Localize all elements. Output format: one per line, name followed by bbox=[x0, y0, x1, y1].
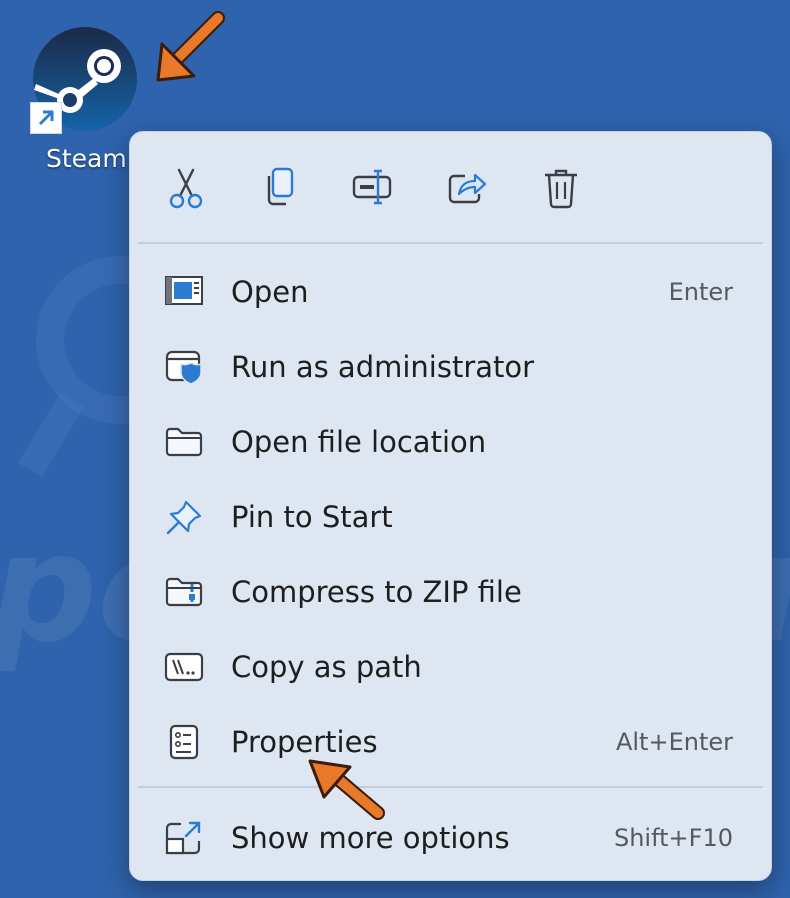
expand-icon bbox=[165, 821, 201, 855]
admin-shield-icon bbox=[165, 350, 202, 385]
menu-item-label: Compress to ZIP file bbox=[231, 575, 522, 609]
context-menu: Open Enter Run as administrator Open fil… bbox=[129, 131, 772, 881]
menu-item-copy-as-path[interactable]: Copy as path bbox=[130, 632, 771, 702]
menu-item-pin-to-start[interactable]: Pin to Start bbox=[130, 482, 771, 552]
copy-path-icon bbox=[164, 652, 204, 682]
folder-icon bbox=[165, 427, 203, 457]
shortcut-arrow-icon bbox=[30, 102, 62, 134]
open-window-icon bbox=[165, 276, 203, 305]
divider-top bbox=[138, 242, 763, 244]
delete-button[interactable] bbox=[536, 166, 586, 210]
copy-button[interactable] bbox=[255, 166, 305, 210]
menu-item-shortcut: Shift+F10 bbox=[613, 824, 733, 852]
annotation-arrow-properties bbox=[308, 759, 385, 820]
rename-icon bbox=[352, 169, 392, 205]
menu-item-open-file-location[interactable]: Open file location bbox=[130, 407, 771, 477]
trash-icon bbox=[545, 169, 577, 209]
menu-item-label: Open file location bbox=[231, 425, 487, 459]
menu-item-label: Open bbox=[231, 275, 309, 309]
menu-item-label: Pin to Start bbox=[231, 500, 393, 534]
share-button[interactable] bbox=[442, 166, 492, 210]
share-icon bbox=[448, 173, 487, 204]
menu-item-show-more-options[interactable]: Show more options Shift+F10 bbox=[130, 803, 771, 873]
menu-item-run-as-administrator[interactable]: Run as administrator bbox=[130, 332, 771, 402]
menu-item-label: Copy as path bbox=[231, 650, 422, 684]
properties-icon bbox=[169, 724, 199, 760]
desktop-shortcut-label: Steam bbox=[46, 144, 127, 173]
divider-bottom bbox=[138, 786, 763, 788]
pin-icon bbox=[166, 500, 202, 535]
scissors-icon bbox=[169, 168, 203, 209]
rename-button[interactable] bbox=[348, 166, 398, 210]
quick-actions-bar bbox=[130, 132, 771, 244]
menu-item-shortcut: Alt+Enter bbox=[615, 728, 733, 756]
menu-item-label: Run as administrator bbox=[231, 350, 535, 384]
zip-folder-icon bbox=[165, 577, 203, 607]
copy-icon bbox=[267, 167, 294, 206]
desktop-shortcut-steam[interactable]: Steam bbox=[26, 22, 146, 182]
menu-item-properties[interactable]: Properties Alt+Enter bbox=[130, 707, 771, 777]
cut-button[interactable] bbox=[161, 166, 211, 210]
menu-item-shortcut: Enter bbox=[668, 278, 733, 306]
menu-item-compress-to-zip[interactable]: Compress to ZIP file bbox=[130, 557, 771, 627]
annotation-arrow-steam bbox=[156, 11, 225, 82]
menu-item-open[interactable]: Open Enter bbox=[130, 257, 771, 327]
